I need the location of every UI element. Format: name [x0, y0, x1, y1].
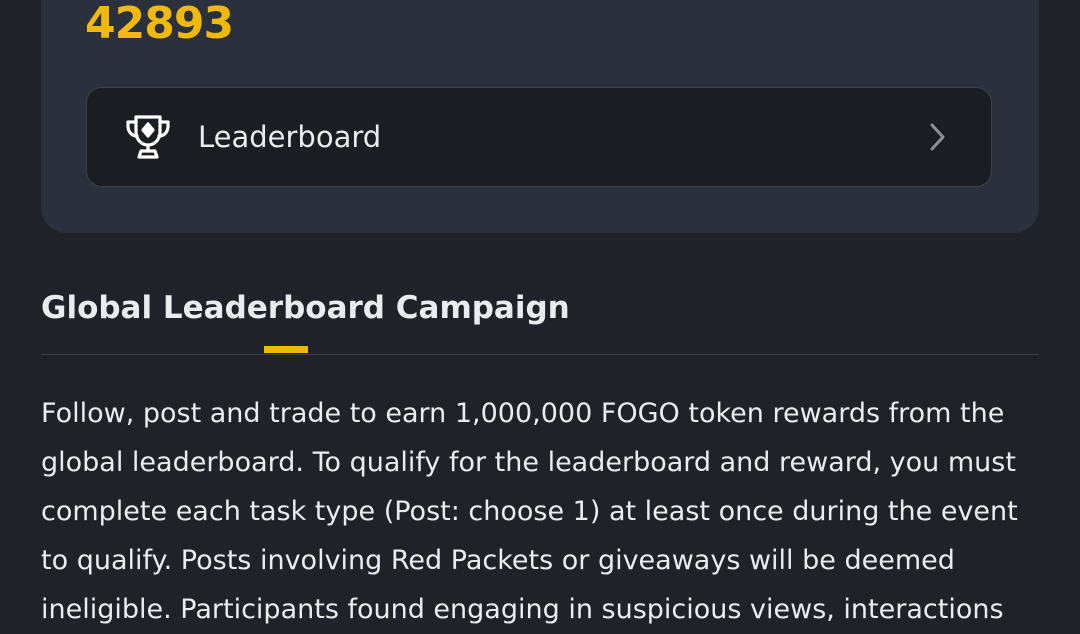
leaderboard-label: Leaderboard [198, 120, 382, 154]
chevron-right-icon [927, 122, 947, 152]
trophy-icon [123, 112, 173, 162]
campaign-title: Global Leaderboard Campaign [41, 290, 570, 326]
section-divider [41, 354, 1039, 355]
leaderboard-button[interactable]: Leaderboard [86, 87, 992, 187]
points-value: 42893 [85, 0, 234, 49]
campaign-description: Follow, post and trade to earn 1,000,000… [41, 398, 1018, 625]
tab-indicator [264, 346, 308, 353]
